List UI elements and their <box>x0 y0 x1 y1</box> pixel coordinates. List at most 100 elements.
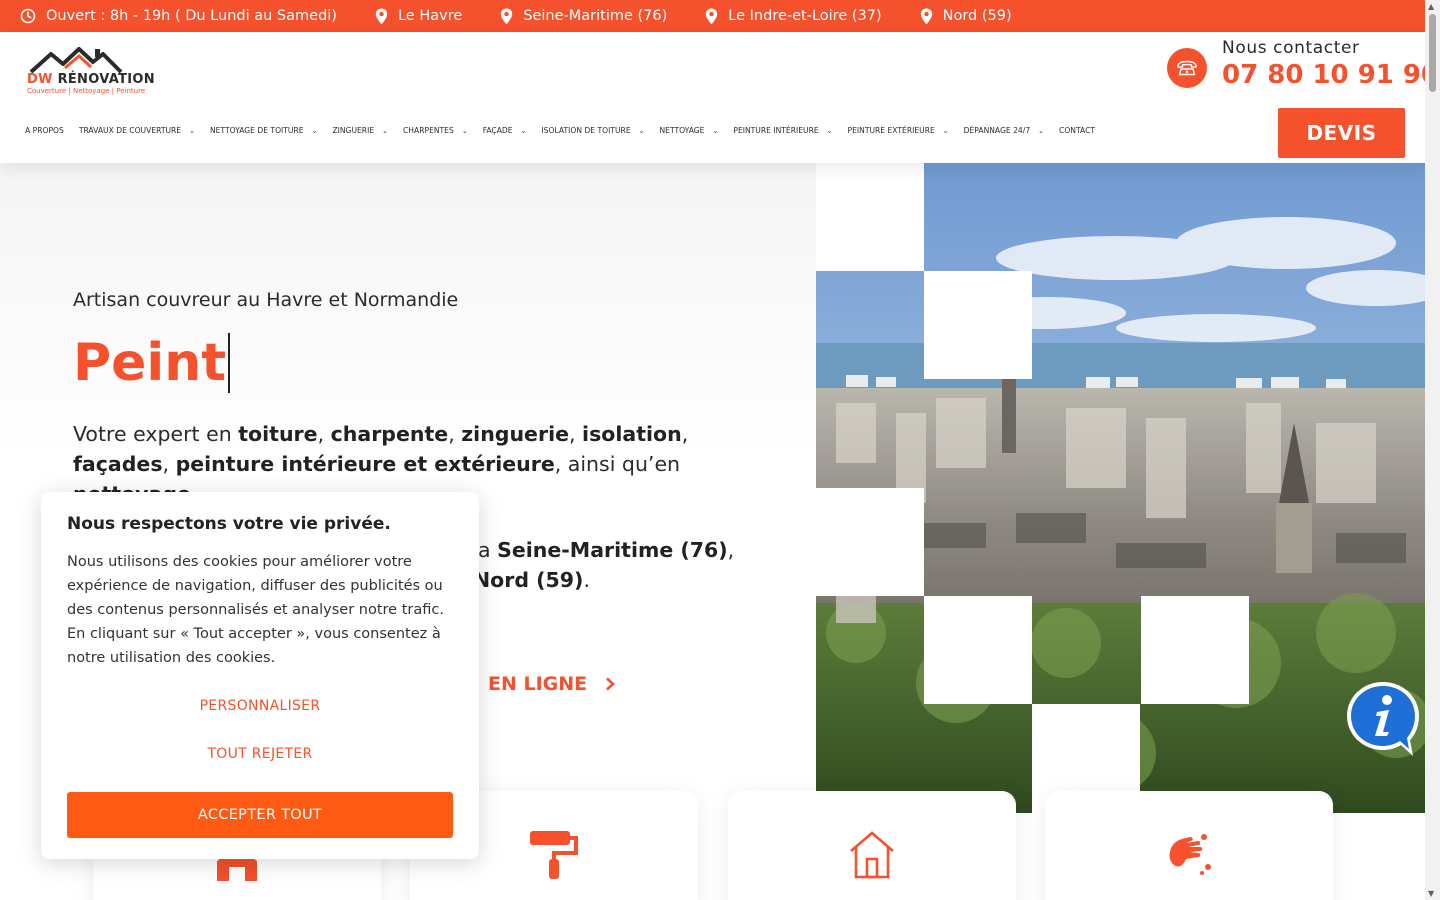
lead-keyword: peinture intérieure et extérieure <box>175 452 555 476</box>
map-pin-icon <box>375 8 388 24</box>
nav-item-label: FAÇADE <box>482 126 513 135</box>
page-scrollbar[interactable]: ▲ ▼ <box>1425 0 1440 900</box>
roof-logo-icon <box>29 47 123 74</box>
nav-item-label: PEINTURE INTÉRIEURE <box>733 126 819 135</box>
chevron-down-icon: ⌄ <box>638 126 645 135</box>
nav-item[interactable]: TRAVAUX DE COUVERTURE ⌄ <box>79 126 195 135</box>
cta-label: EN LIGNE <box>488 673 588 695</box>
coverage-period: . <box>583 568 590 592</box>
nav-item[interactable]: A PROPOS <box>25 126 64 135</box>
map-pin-icon <box>706 8 718 24</box>
nav-item-label: A PROPOS <box>25 126 64 135</box>
nav-item[interactable]: FAÇADE ⌄ <box>483 126 527 135</box>
scrollbar-thumb[interactable] <box>1429 14 1436 92</box>
service-card-house[interactable] <box>728 791 1016 900</box>
nav-item-label: ZINGUERIE <box>332 126 375 135</box>
location-label: Seine-Maritime (76) <box>523 8 668 24</box>
chevron-down-icon: ⌄ <box>461 126 468 135</box>
opening-hours-text: Ouvert : 8h - 19h ( Du Lundi au Samedi) <box>46 8 337 24</box>
scroll-down-arrow-icon[interactable]: ▼ <box>1428 889 1434 898</box>
nav-item-label: NETTOYAGE <box>659 126 705 135</box>
nav-item-label: CONTACT <box>1059 126 1096 135</box>
hero-kicker: Artisan couvreur au Havre et Normandie <box>73 289 459 311</box>
lead-text: , <box>448 422 462 446</box>
online-quote-link[interactable]: EN LIGNE <box>488 673 616 695</box>
chevron-down-icon: ⌄ <box>189 126 195 135</box>
coverage-nord: Nord (59) <box>473 568 584 592</box>
nav-item[interactable]: ZINGUERIE ⌄ <box>332 126 388 135</box>
nav-item[interactable]: NETTOYAGE ⌄ <box>660 126 719 135</box>
nav-item-label: ISOLATION DE TOITURE <box>541 126 631 135</box>
devis-button[interactable]: DEVIS <box>1278 108 1405 158</box>
chevron-down-icon: ⌄ <box>311 126 318 135</box>
coverage-plain: a <box>478 538 498 562</box>
chevron-down-icon: ⌄ <box>1038 126 1045 135</box>
chevron-down-icon: ⌄ <box>520 126 527 135</box>
contact-block[interactable]: Nous contacter 07 80 10 91 90 <box>1165 38 1439 94</box>
phone-number[interactable]: 07 80 10 91 90 <box>1222 60 1439 90</box>
lead-text: , ainsi qu’en <box>554 452 681 476</box>
opening-hours: Ouvert : 8h - 19h ( Du Lundi au Samedi) <box>20 8 337 24</box>
cookie-body: Nous utilisons des cookies pour améliore… <box>67 554 444 666</box>
lead-text: , <box>317 422 331 446</box>
location-seine-maritime[interactable]: Seine-Maritime (76) <box>500 8 667 25</box>
scroll-up-arrow-icon[interactable]: ▲ <box>1428 2 1434 11</box>
cookie-consent-dialog: Nous respectons votre vie privée. Nous u… <box>41 492 479 859</box>
phone-icon-circle[interactable] <box>1167 48 1207 88</box>
coverage-seine-maritime: Seine-Maritime (76) <box>497 538 728 562</box>
coverage-comma: , <box>727 538 735 562</box>
location-label: Le Indre-et-Loire (37) <box>728 8 882 24</box>
nav-item[interactable]: PEINTURE EXTÉRIEURE ⌄ <box>848 126 949 135</box>
le-havre-city-photo <box>816 163 1425 813</box>
chevron-down-icon: ⌄ <box>382 126 388 135</box>
nav-item[interactable]: CHARPENTES ⌄ <box>403 126 468 135</box>
typed-text: Peint <box>73 333 227 393</box>
lead-keyword: façades <box>73 452 163 476</box>
location-nord[interactable]: Nord (59) <box>920 8 1012 25</box>
paint-roller-icon <box>530 831 578 879</box>
nav-item[interactable]: NETTOYAGE DE TOITURE ⌄ <box>210 126 317 135</box>
phone-icon <box>1177 60 1197 76</box>
cookie-accept-button[interactable]: ACCEPTER TOUT <box>67 792 453 838</box>
location-le-havre[interactable]: Le Havre <box>375 8 462 25</box>
logo-tagline: Couverture | Nettoyage | Peinture <box>27 87 146 95</box>
location-label: Le Havre <box>397 8 463 24</box>
nav-item[interactable]: ISOLATION DE TOITURE ⌄ <box>541 126 644 135</box>
site-logo[interactable]: DW RÉNOVATION Couverture | Nettoyage | P… <box>25 46 195 96</box>
house-icon <box>850 831 894 879</box>
chevron-down-icon: ⌄ <box>942 126 949 135</box>
nav-item-label: DÉPANNAGE 24/7 <box>963 126 1031 135</box>
location-indre-et-loire[interactable]: Le Indre-et-Loire (37) <box>705 8 882 25</box>
chevron-down-icon: ⌄ <box>826 126 833 135</box>
nav-item[interactable]: DÉPANNAGE 24/7 ⌄ <box>964 126 1044 135</box>
top-info-bar: Ouvert : 8h - 19h ( Du Lundi au Samedi) … <box>0 0 1425 32</box>
typing-caret <box>228 333 230 393</box>
hero-typed-heading: Peint <box>73 333 230 393</box>
main-navigation: A PROPOS TRAVAUX DE COUVERTURE ⌄ NETTOYAGE … <box>25 126 1110 135</box>
contact-label: Nous contacter <box>1222 38 1360 58</box>
nav-item-label: CHARPENTES <box>403 126 454 135</box>
nav-item-label: PEINTURE EXTÉRIEURE <box>847 126 935 135</box>
service-card-cleaning[interactable] <box>1045 791 1333 900</box>
site-header: DW RÉNOVATION Couverture | Nettoyage | P… <box>0 32 1439 163</box>
lead-text: , <box>162 452 176 476</box>
logo-wordmark: DW RÉNOVATION <box>27 72 155 87</box>
lead-keyword: charpente <box>330 422 449 446</box>
info-chat-icon[interactable] <box>1343 678 1423 760</box>
nav-item-label: NETTOYAGE DE TOITURE <box>209 126 304 135</box>
lead-text: , <box>569 422 583 446</box>
clock-icon <box>20 8 36 24</box>
lead-text: Votre expert en <box>73 422 239 446</box>
logo-dw: DW <box>27 72 53 87</box>
cookie-title: Nous respectons votre vie privée. <box>67 514 391 534</box>
cookie-reject-button[interactable]: TOUT REJETER <box>67 746 453 762</box>
lead-text: , <box>681 422 689 446</box>
nav-item[interactable]: PEINTURE INTÉRIEURE ⌄ <box>733 126 832 135</box>
location-label: Nord (59) <box>942 8 1012 24</box>
cleaning-hands-icon <box>1169 834 1211 875</box>
nav-item[interactable]: CONTACT <box>1059 126 1095 135</box>
map-pin-icon <box>501 8 513 24</box>
logo-renovation: RÉNOVATION <box>57 72 155 87</box>
cookie-customize-button[interactable]: PERSONNALISER <box>67 698 453 714</box>
lead-keyword: zinguerie <box>461 422 569 446</box>
